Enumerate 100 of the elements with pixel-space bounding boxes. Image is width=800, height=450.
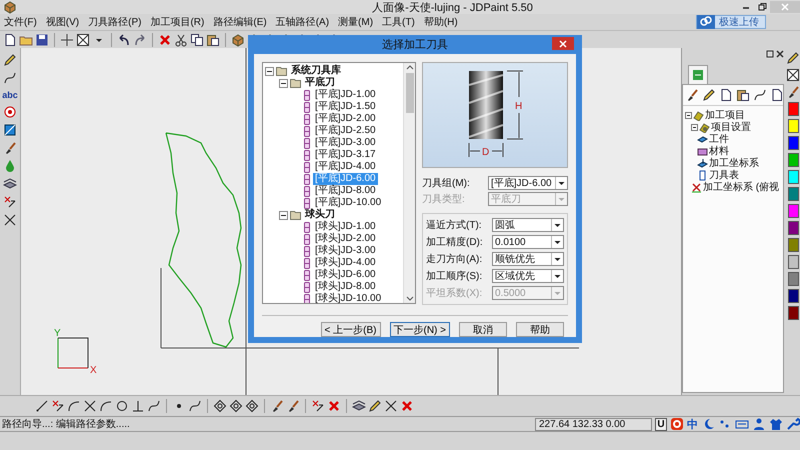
- tree-item[interactable]: 加工项目: [705, 108, 745, 122]
- brush-icon[interactable]: [286, 399, 300, 413]
- brush-icon[interactable]: [270, 399, 284, 413]
- cross-icon[interactable]: [3, 213, 17, 227]
- color-swatch[interactable]: [788, 306, 798, 320]
- color-swatch[interactable]: [788, 221, 798, 235]
- pencil-icon[interactable]: [702, 88, 716, 102]
- minus-icon[interactable]: [265, 66, 274, 76]
- close-icon[interactable]: [776, 50, 784, 58]
- boxed-x-icon[interactable]: [76, 32, 90, 46]
- minus-icon[interactable]: [685, 112, 692, 118]
- tree-item[interactable]: 平底刀: [303, 77, 337, 89]
- tree-item[interactable]: 球头刀: [303, 209, 337, 221]
- tree-item[interactable]: [平底]JD-2.00: [313, 113, 378, 125]
- copy-icon[interactable]: [190, 32, 204, 46]
- curve-icon[interactable]: [147, 399, 161, 413]
- color-swatch[interactable]: [788, 289, 798, 303]
- shirt-icon[interactable]: [769, 417, 783, 431]
- scroll-thumb[interactable]: [406, 73, 414, 113]
- cube-icon[interactable]: [231, 32, 245, 46]
- undo-icon[interactable]: [117, 32, 131, 46]
- curve-icon[interactable]: [188, 399, 202, 413]
- tree-item[interactable]: [平底]JD-1.00: [313, 89, 378, 101]
- tree-item[interactable]: [平底]JD-2.50: [313, 125, 378, 137]
- tree-item[interactable]: [平底]JD-4.00: [313, 161, 378, 173]
- upload-button[interactable]: 极速上传: [696, 15, 766, 29]
- tree-item[interactable]: 加工坐标系: [709, 156, 759, 170]
- color-swatch[interactable]: [788, 187, 798, 201]
- arc-icon[interactable]: [99, 399, 113, 413]
- tree-item[interactable]: 刀具表: [709, 168, 739, 182]
- brush-icon[interactable]: [786, 85, 800, 99]
- page-icon[interactable]: [770, 88, 784, 102]
- pencil-icon[interactable]: [368, 399, 382, 413]
- dropdown[interactable]: 区域优先: [492, 269, 564, 283]
- color-swatch[interactable]: [788, 170, 798, 184]
- menu-item[interactable]: 文件(F): [4, 15, 37, 29]
- menu-item[interactable]: 五轴路径(A): [276, 15, 330, 29]
- tree-item[interactable]: [球头]JD-8.00: [313, 281, 378, 293]
- cross-icon[interactable]: [384, 399, 398, 413]
- dialog-button[interactable]: 下一步(N) >: [390, 322, 450, 337]
- crosshair-icon[interactable]: [60, 32, 74, 46]
- menu-item[interactable]: 路径编辑(E): [213, 15, 267, 29]
- tree-item[interactable]: [平底]JD-3.17: [313, 149, 378, 161]
- dropdown[interactable]: 0.0100: [492, 235, 564, 249]
- curve-icon[interactable]: [3, 71, 17, 85]
- tree-item[interactable]: [平底]JD-3.00: [313, 137, 378, 149]
- mode-indicator[interactable]: U: [655, 418, 667, 430]
- x-arrow-icon[interactable]: [51, 399, 65, 413]
- tree-item[interactable]: [平底]JD-10.00: [313, 197, 384, 209]
- person-icon[interactable]: [752, 417, 766, 431]
- tree-item[interactable]: [球头]JD-6.00: [313, 269, 378, 281]
- tree-item[interactable]: 材料: [709, 144, 729, 158]
- minus-icon[interactable]: [691, 124, 698, 130]
- paste-icon[interactable]: [736, 88, 750, 102]
- color-swatch[interactable]: [788, 153, 798, 167]
- dialog-button[interactable]: 取消: [459, 322, 507, 337]
- color-swatch[interactable]: [788, 102, 798, 116]
- tree-item[interactable]: [球头]JD-4.00: [313, 257, 378, 269]
- menu-item[interactable]: 加工项目(R): [150, 15, 204, 29]
- perpendicular-icon[interactable]: [131, 399, 145, 413]
- menu-item[interactable]: 刀具路径(P): [88, 15, 142, 29]
- tree-item[interactable]: 系统刀具库: [289, 65, 343, 77]
- circle-icon[interactable]: [115, 399, 129, 413]
- tree-item[interactable]: [球头]JD-2.00: [313, 233, 378, 245]
- scissors-icon[interactable]: [174, 32, 188, 46]
- diamond-icon[interactable]: [229, 399, 243, 413]
- close-button[interactable]: [552, 37, 574, 50]
- scrollbar[interactable]: [403, 63, 415, 303]
- brush-icon[interactable]: [3, 141, 17, 155]
- menu-item[interactable]: 工具(T): [382, 15, 415, 29]
- dropdown[interactable]: 顺铣优先: [492, 252, 564, 266]
- tree-item[interactable]: [平底]JD-1.50: [313, 101, 378, 113]
- dialog-button[interactable]: < 上一步(B): [320, 322, 380, 337]
- line-icon[interactable]: [35, 399, 49, 413]
- logo-icon[interactable]: [670, 417, 684, 431]
- boxed-x-icon[interactable]: [786, 68, 800, 82]
- minus-icon[interactable]: [279, 210, 288, 220]
- tree-item[interactable]: [球头]JD-1.00: [313, 221, 378, 233]
- paste-icon[interactable]: [206, 32, 220, 46]
- dropdown[interactable]: [平底]JD-6.00: [488, 176, 568, 190]
- brush-icon[interactable]: [685, 88, 699, 102]
- color-swatch[interactable]: [788, 136, 798, 150]
- color-swatch[interactable]: [788, 238, 798, 252]
- arc-icon[interactable]: [67, 399, 81, 413]
- tree-item[interactable]: [球头]JD-3.00: [313, 245, 378, 257]
- color-swatch[interactable]: [788, 272, 798, 286]
- shaded-box-icon[interactable]: [3, 123, 17, 137]
- diamond-icon[interactable]: [213, 399, 227, 413]
- menu-item[interactable]: 视图(V): [46, 15, 80, 29]
- text-tool-button[interactable]: abc: [2, 89, 18, 101]
- menu-item[interactable]: 测量(M): [338, 15, 374, 29]
- tree-item[interactable]: 工件: [709, 132, 729, 146]
- tree-item[interactable]: [球头]JD-10.00: [313, 293, 384, 303]
- x-arrow-icon[interactable]: [311, 399, 325, 413]
- save-icon[interactable]: [35, 32, 49, 46]
- pin-icon[interactable]: [766, 50, 774, 58]
- color-swatch[interactable]: [788, 255, 798, 269]
- pencil-icon[interactable]: [3, 53, 17, 67]
- color-swatch[interactable]: [788, 119, 798, 133]
- x-arrow-icon[interactable]: [3, 195, 17, 209]
